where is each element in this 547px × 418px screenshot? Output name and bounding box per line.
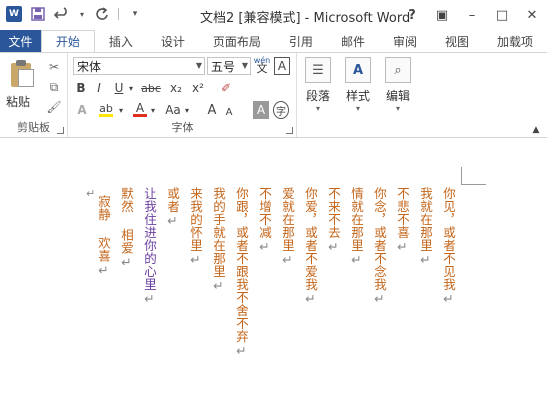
superscript-button[interactable]: x² [189, 79, 207, 97]
chevron-down-icon: ▾ [395, 104, 400, 113]
poem-line: 你爱，或者不爱我↵ [303, 187, 318, 307]
paragraph-button[interactable]: ☰ 段落 ▾ [300, 57, 336, 117]
poem-line: 你见，或者不见我↵ [441, 187, 456, 307]
title-bar: W ▾ ▾ 文档2 [兼容模式] - Microsoft Word ? ▣ – … [0, 0, 547, 30]
maximize-button[interactable]: □ [487, 0, 517, 30]
font-launcher-icon[interactable] [286, 127, 293, 134]
tab-review[interactable]: 审阅 [379, 30, 431, 52]
highlight-button[interactable]: ab [95, 101, 117, 119]
italic-button[interactable]: I [91, 79, 107, 97]
paragraph-mark: ↵ [86, 187, 96, 200]
poem-line: 你念，或者不念我↵ [372, 187, 387, 307]
underline-dropdown-icon[interactable]: ▾ [127, 79, 135, 97]
tab-add-ins[interactable]: 加载项 [483, 30, 547, 52]
bold-button[interactable]: B [73, 79, 89, 97]
clear-formatting-icon[interactable]: ✐ [217, 79, 235, 97]
grow-font-button[interactable]: A [205, 101, 219, 119]
document-page[interactable]: ↵ 你见，或者不见我↵ 我就在那里↵ 不悲不喜↵ 你念，或者不念我↵ 情就在那里… [0, 139, 547, 418]
poem-line: 我的手就在那里↵ [211, 187, 226, 294]
text-effects-icon[interactable]: A [73, 101, 91, 119]
change-case-dropdown-icon[interactable]: ▾ [183, 101, 191, 119]
tab-page-layout[interactable]: 页面布局 [199, 30, 275, 52]
collapse-ribbon-icon[interactable]: ▲ [531, 121, 541, 139]
paste-icon[interactable] [8, 59, 36, 89]
ribbon-display-options-button[interactable]: ▣ [427, 0, 457, 30]
subscript-button[interactable]: x₂ [167, 79, 185, 97]
font-name-value: 宋体 [77, 59, 102, 74]
phonetic-guide-icon[interactable]: wén 文 [253, 56, 271, 75]
poem-line: 情就在那里↵ [349, 187, 364, 268]
clipboard-group: 粘贴 ✂ ⧉ 🖌 剪贴板 [0, 53, 68, 137]
save-icon[interactable] [30, 6, 46, 22]
poem-line: 让我住进你的心里↵ [142, 187, 157, 307]
poem-line: 我就在那里↵ [418, 187, 433, 268]
window-title: 文档2 [兼容模式] - Microsoft Word [200, 11, 411, 26]
underline-button[interactable]: U [111, 79, 127, 97]
font-color-button[interactable]: A [131, 101, 149, 119]
poem-line: 来我的怀里↵ [188, 187, 203, 268]
paste-button[interactable]: 粘贴 [6, 93, 30, 110]
paragraph-group: ☰ 段落 ▾ [298, 53, 338, 137]
binoculars-icon: ⌕ [385, 57, 411, 83]
font-group: 宋体 ▼ 五号 ▼ wén 文 A B I U ▾ abc x₂ x² ✐ A a… [69, 53, 297, 137]
font-size-value: 五号 [211, 59, 236, 74]
change-case-button[interactable]: Aa [163, 101, 183, 119]
font-name-select[interactable]: 宋体 ▼ [73, 57, 205, 75]
tab-insert[interactable]: 插入 [95, 30, 147, 52]
poem-line: 不增不减↵ [257, 187, 272, 255]
chevron-down-icon: ▼ [195, 61, 202, 70]
close-button[interactable]: ✕ [517, 0, 547, 30]
poem-line: 默然 相爱↵ [119, 187, 134, 270]
undo-icon[interactable] [54, 6, 70, 22]
styles-icon: A [345, 57, 371, 83]
help-button[interactable]: ? [397, 0, 427, 30]
tab-design[interactable]: 设计 [147, 30, 199, 52]
window-controls: ? ▣ – □ ✕ [397, 0, 547, 30]
font-color-dropdown-icon[interactable]: ▾ [149, 101, 157, 119]
minimize-button[interactable]: – [457, 0, 487, 30]
customize-qat-icon[interactable]: ▾ [127, 6, 143, 22]
poem-line: 不悲不喜↵ [395, 187, 410, 255]
editing-group: ⌕ 编辑 ▾ [378, 53, 418, 137]
tab-references[interactable]: 引用 [275, 30, 327, 52]
tab-home[interactable]: 开始 [40, 30, 95, 52]
poem-line: 爱就在那里↵ [280, 187, 295, 268]
chevron-down-icon: ▼ [241, 61, 248, 70]
clipboard-launcher-icon[interactable] [57, 127, 64, 134]
chevron-down-icon: ▾ [315, 104, 320, 113]
tab-view[interactable]: 视图 [431, 30, 483, 52]
word-logo-icon: W [6, 6, 22, 22]
undo-dropdown-icon[interactable]: ▾ [78, 6, 86, 22]
cut-icon[interactable]: ✂ [46, 59, 62, 75]
tab-file[interactable]: 文件 [0, 30, 41, 52]
strikethrough-button[interactable]: abc [139, 79, 163, 97]
qat-separator [118, 8, 119, 20]
editing-button[interactable]: ⌕ 编辑 ▾ [380, 57, 416, 117]
copy-icon[interactable]: ⧉ [46, 79, 62, 95]
highlight-dropdown-icon[interactable]: ▾ [117, 101, 125, 119]
redo-icon[interactable] [94, 6, 110, 22]
poem-line: 寂静 欢喜↵ [96, 195, 111, 278]
font-group-label: 字体 [171, 121, 194, 134]
styles-button[interactable]: A 样式 ▾ [340, 57, 376, 117]
ribbon-tabs: 文件 开始 插入 设计 页面布局 引用 邮件 审阅 视图 加载项 [0, 30, 547, 52]
poem-line: 不来不去↵ [326, 187, 341, 255]
character-border-icon[interactable]: A [274, 57, 290, 75]
quick-access-toolbar: W ▾ ▾ [6, 6, 143, 22]
font-size-select[interactable]: 五号 ▼ [207, 57, 251, 75]
margin-corner-mark [462, 184, 486, 185]
margin-corner-mark [461, 167, 462, 185]
styles-group: A 样式 ▾ [338, 53, 378, 137]
chevron-down-icon: ▾ [355, 104, 360, 113]
character-shading-button[interactable]: A [253, 101, 269, 119]
enclose-characters-button[interactable]: 字 [273, 101, 289, 119]
poem-line: 你跟，或者不跟我不舍不弃↵ [234, 187, 249, 359]
ribbon: 粘贴 ✂ ⧉ 🖌 剪贴板 宋体 ▼ 五号 ▼ wén 文 A B I U ▾ ab… [0, 52, 547, 138]
poem-line: 或者↵ [165, 187, 180, 229]
tab-mailings[interactable]: 邮件 [327, 30, 379, 52]
format-painter-icon[interactable]: 🖌 [46, 99, 62, 115]
paragraph-icon: ☰ [305, 57, 331, 83]
